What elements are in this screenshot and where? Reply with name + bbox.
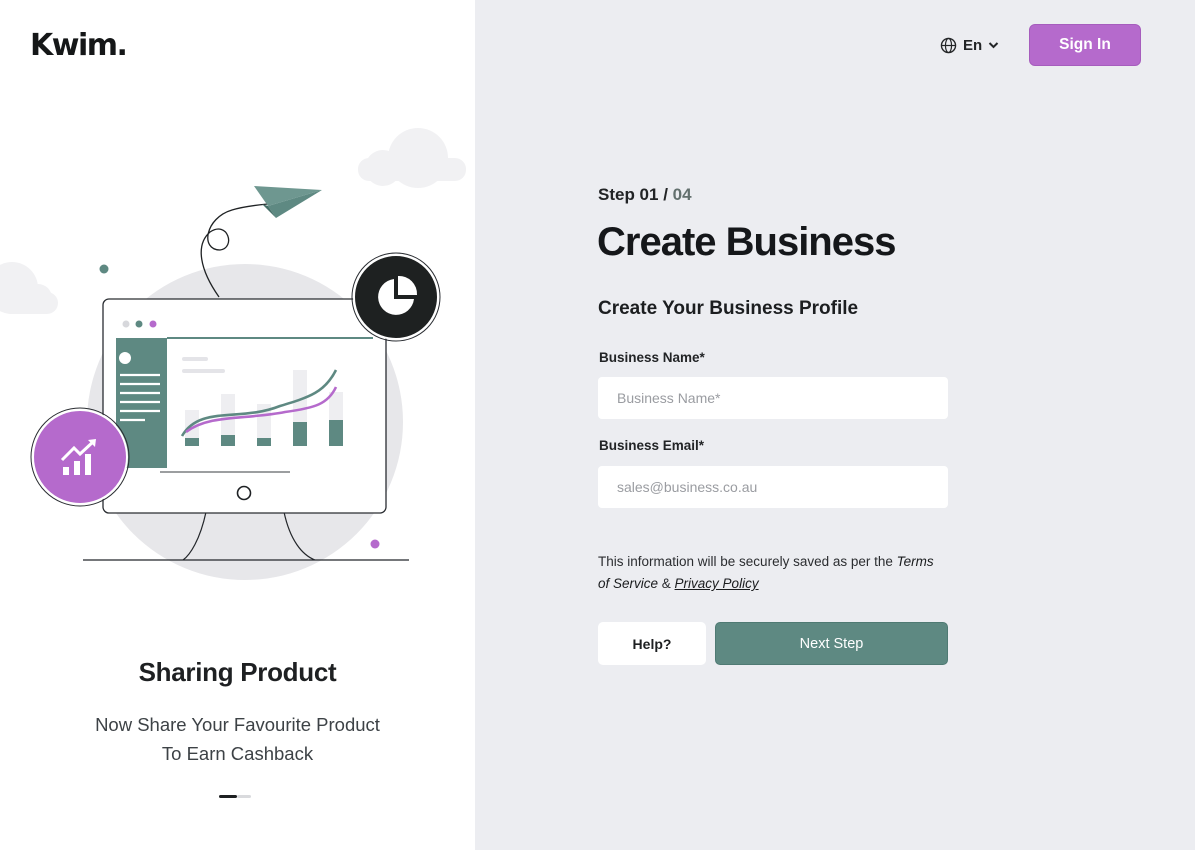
sign-in-button[interactable]: Sign In (1029, 24, 1141, 66)
business-name-input[interactable] (598, 377, 948, 419)
carousel-subtitle-line: To Earn Cashback (161, 743, 314, 764)
business-name-label: Business Name* (599, 350, 705, 365)
carousel-dot[interactable] (237, 795, 251, 798)
terms-link-text[interactable]: Terms (897, 554, 934, 569)
kwim-logo[interactable]: Kwim. (30, 28, 128, 63)
privacy-policy-link[interactable]: Privacy Policy (675, 576, 759, 591)
step-current: Step 01 (598, 185, 659, 204)
step-total: 04 (672, 185, 692, 204)
step-separator: / (658, 185, 673, 204)
business-email-input[interactable] (598, 466, 948, 508)
legal-notice: This information will be securely saved … (598, 551, 968, 595)
cloud-shape (0, 262, 58, 314)
legal-text: This information will be securely saved … (598, 554, 897, 569)
decorative-dot (370, 539, 380, 549)
page-title: Create Business (597, 220, 896, 264)
carousel-subtitle: Now Share Your Favourite Product To Earn… (80, 710, 395, 768)
paper-plane-icon (254, 186, 322, 218)
language-label: En (963, 36, 983, 54)
business-email-label: Business Email* (599, 438, 705, 453)
terms-link-text[interactable]: of Service (598, 576, 658, 591)
next-step-button[interactable]: Next Step (715, 622, 948, 665)
chevron-down-icon (988, 42, 999, 49)
onboarding-panel: Kwim. Sharing Product Now Share Your Fav… (0, 0, 475, 850)
decorative-dot (99, 264, 109, 274)
form-subtitle: Create Your Business Profile (598, 298, 859, 319)
carousel-dot-active[interactable] (219, 795, 237, 798)
step-indicator: Step 01 / 04 (598, 185, 692, 205)
help-button[interactable]: Help? (598, 622, 706, 665)
language-selector[interactable]: En (940, 35, 999, 55)
carousel-title: Sharing Product (138, 657, 337, 687)
cloud-shape (358, 128, 466, 188)
globe-icon (940, 37, 957, 53)
form-panel (475, 0, 1195, 850)
carousel-subtitle-line: Now Share Your Favourite Product (95, 714, 380, 735)
dashboard-illustration (0, 128, 466, 580)
carousel-indicator (219, 795, 251, 798)
legal-ampersand: & (658, 576, 675, 591)
